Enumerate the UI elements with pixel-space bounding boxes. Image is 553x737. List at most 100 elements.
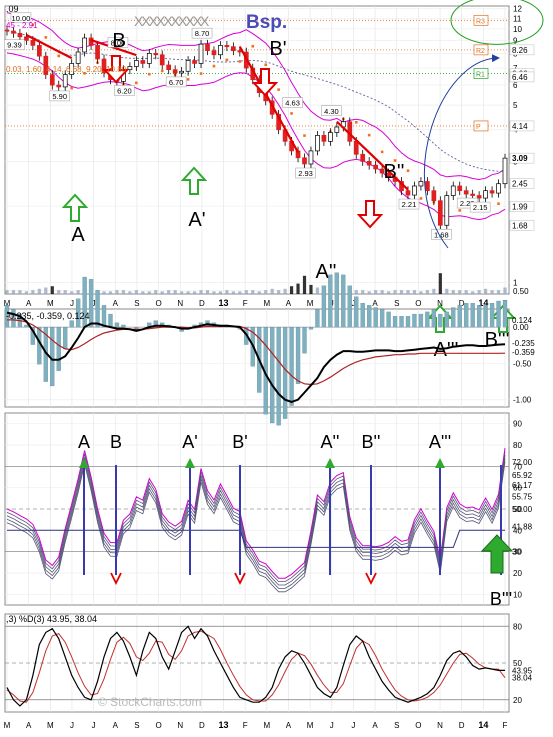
candle-body [308,150,314,165]
volume-bar [186,291,190,294]
pivot-level-marker: P [476,124,481,131]
candle-body [496,183,501,194]
x-tick-label: F [243,721,248,730]
macd-histogram-bar [412,313,417,328]
macd-histogram-bar [476,305,482,328]
price-annotation: 2.15 [473,203,488,212]
parabolic-sar-dot [264,63,268,67]
x-tick-label: F [503,721,508,730]
x-tick-label: M [4,721,11,730]
candle-body [437,200,443,226]
macd-y-tick: 0.50 [513,287,529,296]
x-tick-label: O [155,299,161,308]
volume-bar [458,290,462,294]
candle-body [134,60,139,67]
macd-histogram-bar [347,285,352,328]
parabolic-sar-dot [367,133,371,137]
macd-histogram-bar [24,324,29,328]
x-tick-label: M [307,721,314,730]
volume-bar [251,290,255,294]
volume-bar [270,288,274,294]
macd-histogram-bar [95,289,100,328]
macd-histogram-bar [69,320,74,328]
wave-label: A'' [316,261,337,283]
parabolic-sar-dot [57,54,61,58]
macd-histogram-bar [328,274,333,328]
rsi-right-label: 55.75 [512,493,533,502]
rsi-wave-label: A''' [429,432,451,452]
candle-body [166,64,172,71]
candle-body [321,135,327,142]
macd-histogram-bar [302,326,307,354]
candle-body [224,45,230,48]
volume-bar [231,291,235,294]
candle-body [198,43,204,64]
parabolic-sar-dot [70,86,73,90]
price-right-label: 4.14 [512,122,528,131]
parabolic-sar-dot [186,78,190,81]
wave-label: B' [269,38,286,60]
volume-bar [471,291,475,294]
candle-body [405,190,411,196]
candle-body [179,70,184,74]
macd-histogram-bar [373,307,378,328]
rsi-y-tick: 80 [513,441,522,450]
candle-body [192,60,197,64]
volume-bar [393,290,397,294]
candle-body [463,190,469,195]
macd-histogram-bar [392,316,398,328]
x-tick-label: J [330,721,334,730]
volume-bar [238,291,242,294]
parabolic-sar-dot [199,72,203,75]
candle-body [4,29,10,32]
parabolic-sar-dot [238,60,242,63]
macd-histogram-bar [464,303,469,328]
wave-label: A [71,224,85,246]
x-tick-label: A [372,299,378,308]
rsi-wave-label: A [78,432,90,452]
volume-bar [192,291,197,294]
chart-svg: MMAAMMJJJJAASSOONNDD1313FFMMAAMMJJJJAASS… [4,0,544,730]
wave-label: A''' [434,339,459,361]
panel-frame [4,5,510,295]
rsi-wave-label: A'' [321,432,340,452]
volume-bar [128,291,132,294]
macd-y-tick: -1.00 [513,396,532,405]
rsi-right-label: 41.88 [512,522,533,531]
x-tick-label: A [286,299,292,308]
pivot-level-marker: R2 [476,48,485,55]
candle-body [425,181,430,192]
volume-bar [225,290,229,294]
price-y-tick: 10 [513,25,522,34]
macd-histogram-bar [114,322,120,328]
candle-body [11,30,16,34]
macd-histogram-bar [425,311,430,328]
volume-bar [354,290,358,294]
volume-bar [503,287,507,294]
candle-body [185,60,191,72]
x-tick-label: 14 [478,720,488,730]
pivot-level-marker: R3 [476,18,485,25]
volume-bar [134,290,138,294]
stoch-right-label: 38.04 [512,674,533,683]
volume-bar [70,291,74,294]
stoch-y-tick: 80 [513,622,522,631]
macd-histogram-bar [379,309,385,328]
candle-body [353,140,359,155]
chart-symbol-title: Bsp. [246,12,287,33]
price-annotation: 9.39 [7,41,22,50]
volume-bar [154,290,158,294]
parabolic-sar-dot [277,88,280,91]
volume-bar [257,291,261,294]
candle-body [231,46,236,52]
header-overlay-params: 0.03, 1.60, 4.14, 6.68, 9.20, 10.80 [6,65,127,74]
volume-bar [141,291,145,294]
macd-histogram-bar [399,316,404,328]
volume-bar [296,283,300,294]
volume-bar [464,290,468,294]
volume-bar [419,291,423,294]
volume-bar [11,290,16,294]
price-annotation: 5.90 [52,92,67,101]
x-tick-label: N [177,299,183,308]
volume-bar [399,290,404,294]
